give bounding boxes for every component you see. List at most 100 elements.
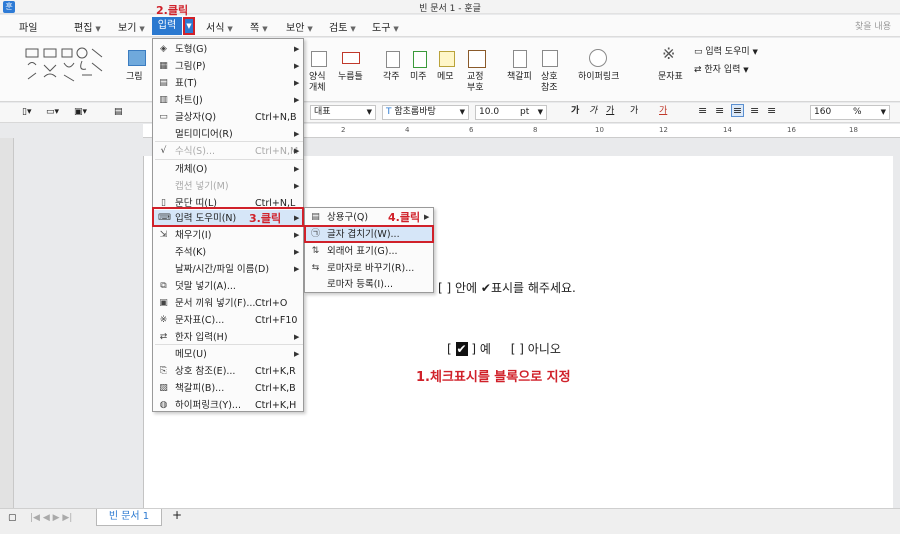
submenu-item[interactable]: ⇆ 로마자로 바꾸기(R)... [305, 260, 433, 277]
menu-item[interactable]: ▭ 글상자(Q) Ctrl+N,B [153, 109, 303, 126]
shape-gallery[interactable] [24, 47, 114, 85]
save-icon[interactable]: ▣▾ [74, 107, 87, 118]
crossref-button[interactable]: 상호 참조 [541, 72, 558, 94]
font-select[interactable]: T 함초롬바탕 ▼ [382, 105, 469, 120]
align-center-icon[interactable]: ≡ [731, 104, 744, 117]
search-input[interactable]: 찾을 내용 [855, 19, 891, 32]
menu-file[interactable]: 파일 [19, 19, 37, 34]
chevron-down-icon: ▼ [537, 108, 543, 116]
endnote-button[interactable]: 미주 [410, 72, 427, 83]
menu-review[interactable]: 검토 ▼ [329, 19, 356, 34]
chevron-down-icon: ▼ [139, 25, 145, 33]
align-justify-icon[interactable]: ≡ [698, 105, 707, 116]
chevron-right-icon: ▶ [294, 182, 300, 190]
selected-checkmark[interactable]: ✔ [455, 342, 468, 356]
menu-item[interactable]: ◈ 도형(G) ▶ [153, 41, 303, 58]
submenu-item-label: 로마자로 바꾸기(R)... [327, 263, 415, 274]
menu-item[interactable]: ◍ 하이퍼링크(Y)... Ctrl+K,H [153, 397, 303, 414]
font-color-button[interactable]: 가 [659, 106, 667, 117]
yes-option: ] 예 [471, 342, 491, 356]
menu-item-label: 개체(O) [175, 164, 208, 175]
print-icon[interactable]: ▤ [114, 107, 123, 118]
input-helper-button[interactable]: ▭ 입력 도우미 ▼ [694, 47, 758, 58]
menu-item[interactable]: √ 수식(S)... Ctrl+N,M ▶ [153, 143, 303, 160]
ruler-tick: 14 [723, 126, 732, 134]
chevron-right-icon: ▶ [294, 265, 300, 273]
menu-item[interactable]: ▦ 그림(P) ▶ [153, 58, 303, 75]
menu-item[interactable]: ⇄ 한자 입력(H) ▶ [153, 329, 303, 346]
menu-item[interactable]: 메모(U) ▶ [153, 346, 303, 363]
align-left-icon[interactable]: ≡ [715, 105, 724, 116]
menu-item[interactable]: ※ 문자표(C)... Ctrl+F10 [153, 312, 303, 329]
menu-format[interactable]: 서식 ▼ [206, 19, 233, 34]
window-title: 빈 문서 1 - 훈글 [419, 4, 481, 14]
align-right-icon[interactable]: ≡ [750, 105, 759, 116]
menu-view[interactable]: 보기 ▼ [118, 19, 145, 34]
menu-item[interactable]: 날짜/시간/파일 이름(D) ▶ [153, 261, 303, 278]
zoom-unit: % [853, 107, 862, 117]
menu-item[interactable]: ⇲ 채우기(I) ▶ [153, 227, 303, 244]
menu-insert[interactable]: 입력 [152, 17, 182, 35]
submenu-item[interactable]: 로마자 등록(I)... [305, 276, 433, 293]
menu-tools-label: 도구 [372, 23, 391, 34]
bookmark-button[interactable]: 책갈피 [507, 72, 532, 83]
picture-icon: ▦ [159, 61, 168, 71]
menu-item[interactable]: ▥ 차트(J) ▶ [153, 92, 303, 109]
proofread-button[interactable]: 교정 부호 [467, 72, 484, 94]
menu-security[interactable]: 보안 ▼ [286, 19, 313, 34]
underline-button[interactable]: 가 [606, 106, 614, 117]
menu-page[interactable]: 쪽 ▼ [250, 19, 268, 34]
choice-line[interactable]: [ ✔ ] 예 [ ] 아니오 [447, 340, 561, 357]
menu-item[interactable]: ⎘ 상호 참조(E)... Ctrl+K,R [153, 363, 303, 380]
fill-icon: ⇲ [159, 230, 168, 240]
menu-item[interactable]: 멀티미디어(R) ▶ [153, 126, 303, 143]
style-select[interactable]: 대표 ▼ [310, 105, 376, 120]
hanja-input-button[interactable]: ⇄ 한자 입력 ▼ [694, 65, 749, 76]
menu-item[interactable]: ▣ 문서 끼워 넣기(F)... Ctrl+O [153, 295, 303, 312]
field-button[interactable]: 누름틀 [338, 72, 363, 83]
strikethrough-button[interactable]: 가 [630, 106, 638, 117]
crossref-icon [542, 50, 558, 67]
menu-item[interactable]: ▤ 표(T) ▶ [153, 75, 303, 92]
menu-item[interactable]: ⧉ 덧말 넣기(A)... [153, 278, 303, 295]
chevron-down-icon: ▼ [752, 48, 758, 56]
footnote-button[interactable]: 각주 [383, 72, 400, 83]
hyperlink-icon: ◍ [159, 400, 168, 410]
menu-item[interactable]: 개체(O) ▶ [153, 161, 303, 178]
table-icon: ▤ [159, 78, 168, 88]
page-nav-icons[interactable]: |◀ ◀ ▶ ▶| [30, 513, 72, 524]
submenu-item[interactable]: ⇅ 외래어 표기(G)... [305, 243, 433, 260]
bold-button[interactable]: 가 [571, 106, 579, 117]
menu-item[interactable]: 캡션 넣기(M) ▶ [153, 178, 303, 195]
menu-bar: 파일 편집 ▼ 보기 ▼ 서식 ▼ 쪽 ▼ 보안 ▼ 검토 ▼ 도구 ▼ [0, 15, 900, 37]
chevron-down-icon: ▼ [459, 108, 465, 116]
italic-button[interactable]: 가 [589, 106, 597, 117]
hyperlink-icon [589, 49, 607, 67]
instruction-line[interactable]: [ ] 안에 ✔표시를 해주세요. [438, 279, 576, 296]
picture-button[interactable]: 그림 [126, 72, 143, 83]
menu-insert-dropdown-button[interactable]: ▼ [183, 17, 195, 35]
open-folder-icon[interactable]: ▭▾ [46, 107, 59, 118]
form-object-button[interactable]: 양식 개체 [309, 72, 326, 94]
menu-item-shortcut: Ctrl+K,B [255, 383, 296, 394]
picture-icon [128, 50, 146, 66]
menu-item[interactable]: 주석(K) ▶ [153, 244, 303, 261]
new-doc-icon[interactable]: ▯▾ [22, 107, 31, 118]
menu-item[interactable]: ▨ 책갈피(B)... Ctrl+K,B [153, 380, 303, 397]
charmap-button[interactable]: 문자표 [658, 72, 683, 83]
font-size-input[interactable]: 10.0 pt ▼ [475, 105, 547, 120]
hyperlink-button[interactable]: 하이퍼링크 [578, 72, 619, 83]
tab-document[interactable]: 빈 문서 1 [96, 509, 162, 526]
zoom-select[interactable]: 160% ▼ [810, 105, 890, 120]
menu-tools[interactable]: 도구 ▼ [372, 19, 399, 34]
view-toggle-icon[interactable]: ▢ [8, 513, 17, 524]
field-icon [342, 52, 360, 64]
menu-edit[interactable]: 편집 ▼ [74, 19, 101, 34]
align-distribute-icon[interactable]: ≡ [767, 105, 776, 116]
add-tab-button[interactable]: + [172, 509, 182, 521]
annotation-step1: 1.체크표시를 블록으로 지정 [416, 370, 571, 385]
chevron-down-icon: ▼ [95, 25, 101, 33]
chevron-right-icon: ▶ [294, 248, 300, 256]
formula-icon: √ [160, 146, 167, 156]
memo-button[interactable]: 메모 [437, 72, 454, 83]
